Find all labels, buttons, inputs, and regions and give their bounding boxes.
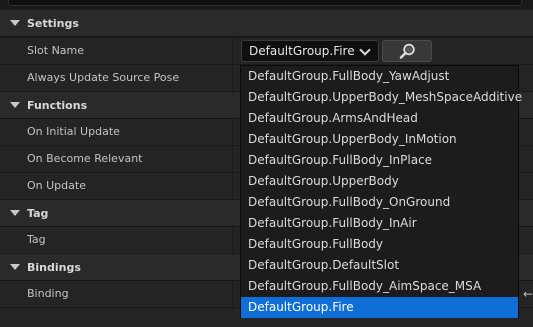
chevron-down-icon: [359, 44, 371, 56]
column-splitter[interactable]: [232, 65, 233, 91]
triangle-down-icon: [10, 102, 20, 108]
details-panel: Settings Slot Name Always Update Source …: [0, 0, 533, 327]
property-label: Always Update Source Pose: [27, 71, 180, 84]
dropdown-option[interactable]: DefaultGroup.FullBody_InPlace: [241, 150, 518, 171]
property-label: Tag: [27, 233, 46, 246]
triangle-down-icon: [10, 20, 20, 26]
category-settings[interactable]: Settings: [0, 10, 533, 37]
category-label: Functions: [27, 98, 88, 112]
property-label: Binding: [27, 287, 69, 300]
dropdown-option[interactable]: DefaultGroup.UpperBody_InMotion: [241, 129, 518, 150]
column-splitter[interactable]: [232, 173, 233, 199]
column-splitter[interactable]: [232, 119, 233, 145]
column-splitter[interactable]: [232, 281, 233, 307]
arrow-left-icon[interactable]: ←: [523, 287, 533, 301]
category-label: Tag: [27, 206, 49, 220]
property-label: On Become Relevant: [27, 152, 143, 165]
property-label: Slot Name: [27, 44, 85, 57]
dropdown-option[interactable]: DefaultGroup.DefaultSlot: [241, 255, 518, 276]
triangle-down-icon: [10, 264, 20, 270]
dropdown-option[interactable]: DefaultGroup.Fire: [241, 297, 518, 318]
top-search-field[interactable]: [8, 0, 522, 6]
top-strip: [0, 0, 533, 10]
dropdown-option[interactable]: DefaultGroup.ArmsAndHead: [241, 108, 518, 129]
dropdown-option[interactable]: DefaultGroup.UpperBody: [241, 171, 518, 192]
slot-name-value: DefaultGroup.Fire: [249, 44, 355, 58]
category-label: Settings: [27, 16, 79, 30]
magnifier-icon: [399, 43, 415, 59]
category-label: Bindings: [27, 260, 81, 274]
property-label: On Update: [27, 179, 86, 192]
dropdown-option[interactable]: DefaultGroup.FullBody_InAir: [241, 213, 518, 234]
dropdown-option[interactable]: DefaultGroup.FullBody: [241, 234, 518, 255]
column-splitter[interactable]: [232, 146, 233, 172]
slot-name-combo[interactable]: DefaultGroup.Fire: [241, 40, 379, 62]
column-splitter[interactable]: [232, 38, 233, 64]
column-splitter[interactable]: [232, 227, 233, 253]
slot-name-dropdown[interactable]: DefaultGroup.FullBody_YawAdjust DefaultGr…: [240, 65, 522, 318]
triangle-down-icon: [10, 210, 20, 216]
browse-button[interactable]: [382, 40, 432, 62]
dropdown-option[interactable]: DefaultGroup.FullBody_OnGround: [241, 192, 518, 213]
dropdown-option[interactable]: DefaultGroup.FullBody_YawAdjust: [241, 66, 518, 87]
dropdown-option[interactable]: DefaultGroup.FullBody_AimSpace_MSA: [241, 276, 518, 297]
property-label: On Initial Update: [27, 125, 120, 138]
dropdown-option[interactable]: DefaultGroup.UpperBody_MeshSpaceAdditive: [241, 87, 522, 108]
